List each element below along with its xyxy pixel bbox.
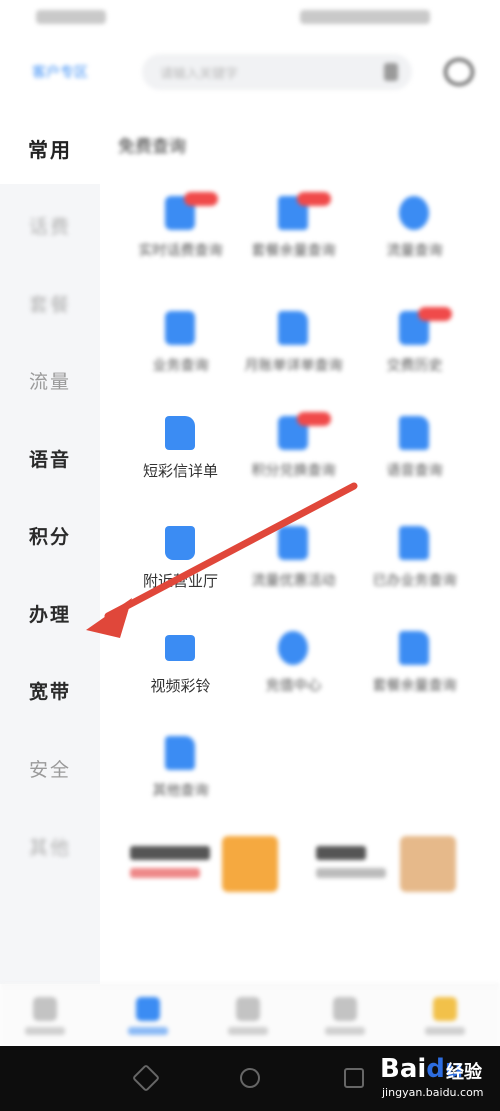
tile-label: 附近营业厅 <box>142 572 218 590</box>
tile-label: 流量查询 <box>386 243 443 259</box>
city-selector[interactable]: 客户专区 <box>32 62 88 82</box>
discover-icon <box>333 997 357 1021</box>
sidebar-item-8[interactable]: 安全 <box>0 750 100 790</box>
sidebar-item-0[interactable]: 常用 <box>0 130 100 170</box>
promo-subtitle-right <box>316 868 386 878</box>
bottom-tab-bar <box>0 984 500 1047</box>
tile-11[interactable]: 已办业务查询 <box>352 510 477 620</box>
baidu-watermark: Baidu 经验 jingyan.baidu.com <box>380 1052 496 1102</box>
tab-discover[interactable] <box>310 991 380 1043</box>
promo-banner-right[interactable] <box>316 836 466 896</box>
query-icon <box>136 997 160 1021</box>
promo-title-right <box>316 846 366 860</box>
document-icon <box>165 736 195 770</box>
tile-8[interactable]: 语音查询 <box>352 400 477 510</box>
tile-0[interactable]: 实时话费查询 <box>118 180 243 290</box>
heart-icon <box>278 631 308 665</box>
status-right <box>300 10 430 24</box>
home-nav-icon[interactable] <box>240 1068 260 1088</box>
bag-icon <box>165 311 195 345</box>
watermark-url: jingyan.baidu.com <box>382 1086 484 1099</box>
tab-mine[interactable] <box>410 991 480 1043</box>
status-bar <box>0 0 500 36</box>
tile-label: 视频彩铃 <box>150 677 211 695</box>
promo-image-right <box>400 836 456 892</box>
sidebar-item-6[interactable]: 办理 <box>0 595 100 635</box>
document-icon <box>278 311 308 345</box>
search-input[interactable]: 请输入关键字 <box>142 54 412 90</box>
search-placeholder: 请输入关键字 <box>160 67 239 82</box>
promo-subtitle-left <box>130 868 200 878</box>
tile-15[interactable]: 其他查询 <box>118 720 243 830</box>
sidebar-item-7[interactable]: 宽带 <box>0 672 100 712</box>
new-badge <box>418 307 452 321</box>
tile-12[interactable]: 视频彩铃 <box>118 615 243 725</box>
tile-label: 套餐余量查询 <box>251 243 336 259</box>
message-icon[interactable] <box>444 58 474 86</box>
sms-detail-icon <box>165 416 195 450</box>
promo-banner-left[interactable] <box>130 836 280 896</box>
header: 客户专区 请输入关键字 <box>0 44 500 100</box>
document-icon <box>399 416 429 450</box>
tile-label: 月账单详单查询 <box>244 358 343 374</box>
monitor-icon <box>278 526 308 560</box>
service-icon <box>236 997 260 1021</box>
new-badge <box>297 192 331 206</box>
tab-home[interactable] <box>10 991 80 1043</box>
tile-10[interactable]: 流量优惠活动 <box>231 510 356 620</box>
mine-icon <box>433 997 457 1021</box>
document-icon <box>399 526 429 560</box>
circle-icon <box>399 196 429 230</box>
tile-label: 其他查询 <box>152 783 209 799</box>
sidebar-item-4[interactable]: 语音 <box>0 440 100 480</box>
promo-title-left <box>130 846 210 860</box>
tile-label: 已办业务查询 <box>372 573 457 589</box>
status-left <box>36 10 106 24</box>
recent-apps-icon[interactable] <box>344 1068 364 1088</box>
home-icon <box>33 997 57 1021</box>
tile-label: 流量优惠活动 <box>251 573 336 589</box>
tab-query[interactable] <box>113 991 183 1043</box>
tile-label: 交费历史 <box>386 358 443 374</box>
tile-label: 充值中心 <box>265 678 322 694</box>
new-badge <box>184 192 218 206</box>
tile-3[interactable]: 业务查询 <box>118 295 243 405</box>
tile-6[interactable]: 短彩信详单 <box>118 400 243 510</box>
back-icon[interactable] <box>131 1063 161 1093</box>
sidebar-item-2[interactable]: 套餐 <box>0 285 100 325</box>
tile-label: 业务查询 <box>152 358 209 374</box>
tile-label: 积分兑换查询 <box>251 463 336 479</box>
promo-image-left <box>222 836 278 892</box>
sidebar-item-9[interactable]: 其他 <box>0 828 100 868</box>
sidebar-item-1[interactable]: 话费 <box>0 207 100 247</box>
tile-14[interactable]: 套餐余量查询 <box>352 615 477 725</box>
tile-2[interactable]: 流量查询 <box>352 180 477 290</box>
video-ringtone-icon <box>165 631 195 665</box>
sidebar-item-3[interactable]: 流量 <box>0 362 100 402</box>
tile-label: 短彩信详单 <box>142 462 218 480</box>
document-icon <box>399 631 429 665</box>
tile-label: 语音查询 <box>386 463 443 479</box>
tile-7[interactable]: 积分兑换查询 <box>231 400 356 510</box>
tile-9[interactable]: 附近营业厅 <box>118 510 243 620</box>
tab-service[interactable] <box>213 991 283 1043</box>
new-badge <box>297 412 331 426</box>
tile-5[interactable]: 交费历史 <box>352 295 477 405</box>
mic-icon[interactable] <box>384 63 398 81</box>
jingyan-text: 经验 <box>446 1062 482 1083</box>
tile-4[interactable]: 月账单详单查询 <box>231 295 356 405</box>
tile-label: 套餐余量查询 <box>372 678 457 694</box>
sidebar-item-5[interactable]: 积分 <box>0 517 100 557</box>
tile-1[interactable]: 套餐余量查询 <box>231 180 356 290</box>
section-title: 免费查询 <box>118 137 186 157</box>
store-icon <box>165 526 195 560</box>
tile-label: 实时话费查询 <box>138 243 223 259</box>
tile-13[interactable]: 充值中心 <box>231 615 356 725</box>
